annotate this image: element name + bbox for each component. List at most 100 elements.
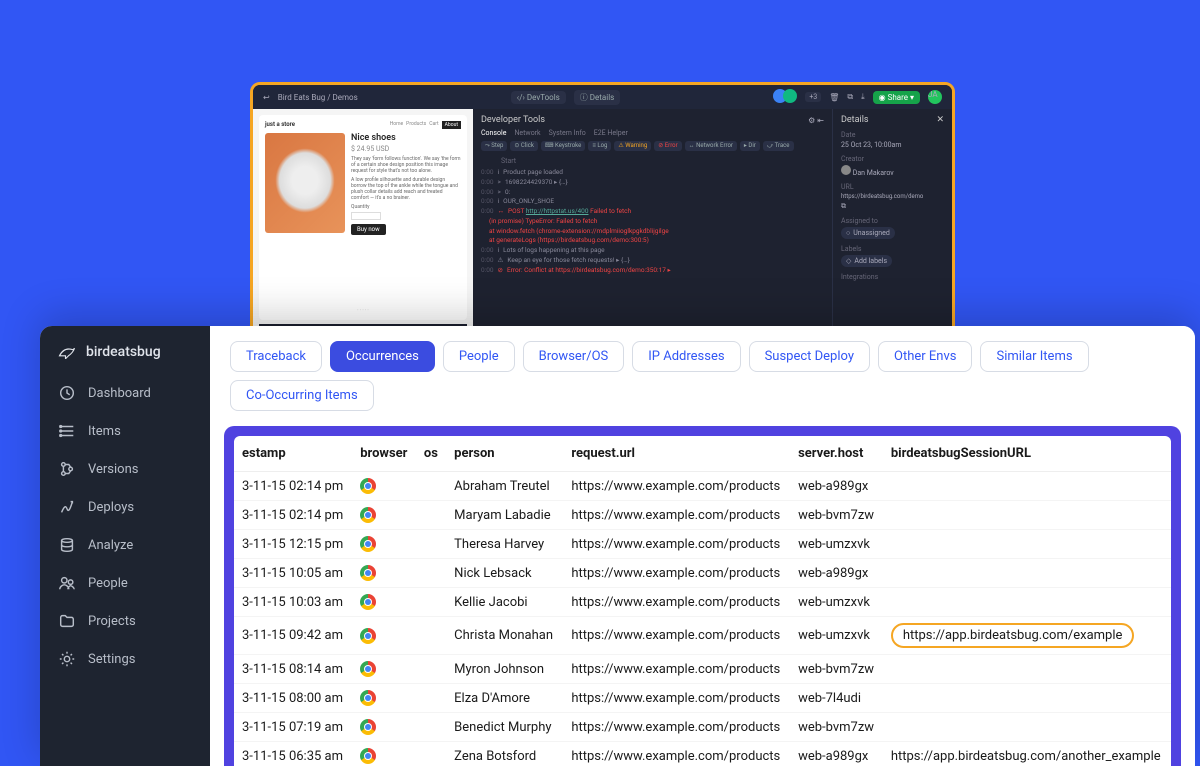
console-filters: ⤳ Step⊙ Click⌨ Keystroke≡ Log⚠ Warning⊘ … <box>481 141 824 151</box>
table-row[interactable]: 3-11-15 02:14 pmAbraham Treutelhttps://w… <box>234 472 1171 501</box>
devtools-tab[interactable]: System Info <box>549 129 586 137</box>
sidebar-item-versions[interactable]: Versions <box>40 450 210 488</box>
copy-icon[interactable]: ⧉ <box>841 202 944 211</box>
labels-chip[interactable]: ◇ Add labels <box>841 255 892 267</box>
devtools-pill[interactable]: ‹/› DevTools <box>511 91 566 104</box>
sidebar-item-projects[interactable]: Projects <box>40 602 210 640</box>
avatars <box>773 89 797 105</box>
sidebar-item-items[interactable]: Items <box>40 412 210 450</box>
store-name: just a store <box>265 121 295 129</box>
tab-people[interactable]: People <box>443 341 515 372</box>
devtools-topbar: ↩ Bird Eats Bug / Demos ‹/› DevTools ⓘ D… <box>253 85 952 109</box>
analyze-icon <box>58 536 76 554</box>
tracker-window: birdeatsbug DashboardItemsVersionsDeploy… <box>40 326 1195 766</box>
table-row[interactable]: 3-11-15 07:19 amBenedict Murphyhttps://w… <box>234 713 1171 742</box>
devtools-tab[interactable]: Console <box>481 129 506 137</box>
chrome-icon <box>360 478 376 494</box>
deploys-icon <box>58 498 76 516</box>
filter-pill[interactable]: ↔ Network Error <box>685 141 737 151</box>
column-header[interactable]: estamp <box>234 436 352 472</box>
table-row[interactable]: 3-11-15 06:35 amZena Botsfordhttps://www… <box>234 742 1171 766</box>
tab-suspect-deploy[interactable]: Suspect Deploy <box>749 341 870 372</box>
devtools-tabs: Console Network System Info E2E Helper <box>481 129 824 137</box>
chrome-icon <box>360 719 376 735</box>
table-row[interactable]: 3-11-15 09:42 amChrista Monahanhttps://w… <box>234 617 1171 655</box>
devtools-tab[interactable]: E2E Helper <box>594 129 628 137</box>
sidebar-item-settings[interactable]: Settings <box>40 640 210 678</box>
table-row[interactable]: 3-11-15 08:00 amElza D'Amorehttps://www.… <box>234 684 1171 713</box>
qty-input[interactable] <box>351 212 381 220</box>
tab-other-envs[interactable]: Other Envs <box>878 341 972 372</box>
share-button[interactable]: ◉ Share ▾ <box>873 91 920 104</box>
versions-icon <box>58 460 76 478</box>
tab-browser-os[interactable]: Browser/OS <box>523 341 625 372</box>
back-icon[interactable]: ↩ <box>263 93 270 102</box>
breadcrumb[interactable]: Bird Eats Bug / Demos <box>278 93 358 102</box>
people-icon <box>58 574 76 592</box>
filter-pill[interactable]: ⤻ Trace <box>763 141 794 151</box>
tab-traceback[interactable]: Traceback <box>230 341 322 372</box>
tab-co-occurring-items[interactable]: Co-Occurring Items <box>230 380 374 411</box>
filter-pill[interactable]: ⤳ Step <box>481 141 507 151</box>
trash-icon[interactable]: 🗑 <box>829 93 839 102</box>
filter-pill[interactable]: ⚠ Warning <box>614 141 651 151</box>
filter-pill[interactable]: ⌨ Keystroke <box>541 141 585 151</box>
chrome-icon <box>360 690 376 706</box>
filter-pill[interactable]: ≡ Log <box>588 141 611 151</box>
tab-similar-items[interactable]: Similar Items <box>980 341 1088 372</box>
copy-icon[interactable]: ⧉ <box>847 92 853 102</box>
user-avatar[interactable]: JA <box>928 90 942 104</box>
column-header[interactable]: server.host <box>790 436 883 472</box>
column-header[interactable]: os <box>416 436 446 472</box>
nav-list: DashboardItemsVersionsDeploysAnalyzePeop… <box>40 374 210 678</box>
filter-pill[interactable]: ⊘ Error <box>654 141 681 151</box>
column-header[interactable]: browser <box>352 436 416 472</box>
logo-text: birdeatsbug <box>86 344 161 360</box>
sidebar-item-analyze[interactable]: Analyze <box>40 526 210 564</box>
download-icon[interactable]: ⤓ <box>861 92 865 102</box>
table-row[interactable]: 3-11-15 12:15 pmTheresa Harveyhttps://ww… <box>234 530 1171 559</box>
devtools-tab[interactable]: Network <box>514 129 540 137</box>
table-row[interactable]: 3-11-15 08:14 amMyron Johnsonhttps://www… <box>234 655 1171 684</box>
main-content: Traceback Occurrences People Browser/OSIP A… <box>210 326 1195 766</box>
chrome-icon <box>360 565 376 581</box>
filter-pill[interactable]: ⊙ Click <box>510 141 538 151</box>
console-output: 0:00iProduct page loaded0:00>16982244293… <box>481 168 824 275</box>
details-pane: Details ✕ Date 25 Oct 23, 10:00am Creato… <box>832 109 952 362</box>
replay-pane: just a store HomeProductsCartAbout Nice … <box>253 109 473 362</box>
table-row[interactable]: 3-11-15 10:03 amKellie Jacobihttps://www… <box>234 588 1171 617</box>
table-row[interactable]: 3-11-15 10:05 amNick Lebsackhttps://www.… <box>234 559 1171 588</box>
product-price: $ 24.95 USD <box>351 145 461 153</box>
table-header-row: estampbrowserospersonrequest.urlserver.h… <box>234 436 1171 472</box>
sidebar-item-deploys[interactable]: Deploys <box>40 488 210 526</box>
close-icon[interactable]: ✕ <box>936 115 944 125</box>
table-body: 3-11-15 02:14 pmAbraham Treutelhttps://w… <box>234 472 1171 766</box>
filter-pill[interactable]: ▸ Dir <box>740 141 760 151</box>
column-header[interactable]: birdeatsbugSessionURL <box>883 436 1171 472</box>
column-header[interactable]: request.url <box>563 436 790 472</box>
chrome-icon <box>360 661 376 677</box>
sidebar-item-dashboard[interactable]: Dashboard <box>40 374 210 412</box>
details-title: Details <box>841 115 869 125</box>
console-pane: Developer Tools ⚙ ⇤ Console Network System… <box>473 109 832 362</box>
devtools-window: ↩ Bird Eats Bug / Demos ‹/› DevTools ⓘ D… <box>250 82 955 362</box>
table-row[interactable]: 3-11-15 02:14 pmMaryam Labadiehttps://ww… <box>234 501 1171 530</box>
tab-occurrences[interactable]: Occurrences <box>330 341 435 372</box>
logo[interactable]: birdeatsbug <box>40 340 210 374</box>
product-title: Nice shoes <box>351 133 461 143</box>
gear-icon[interactable]: ⚙ <box>808 116 815 125</box>
store-nav: HomeProductsCartAbout <box>390 121 461 129</box>
assignee-chip[interactable]: ○ Unassigned <box>841 227 895 239</box>
badge-count: +3 <box>805 92 821 102</box>
settings-icon <box>58 650 76 668</box>
dashboard-icon <box>58 384 76 402</box>
details-pill[interactable]: ⓘ Details <box>574 90 620 105</box>
product-image <box>265 133 345 233</box>
column-header[interactable]: person <box>446 436 563 472</box>
collapse-icon[interactable]: ⇤ <box>817 116 824 125</box>
tab-ip-addresses[interactable]: IP Addresses <box>632 341 740 372</box>
devtools-title: Developer Tools <box>481 115 545 125</box>
buy-button[interactable]: Buy now <box>351 224 386 235</box>
chrome-icon <box>360 536 376 552</box>
sidebar-item-people[interactable]: People <box>40 564 210 602</box>
